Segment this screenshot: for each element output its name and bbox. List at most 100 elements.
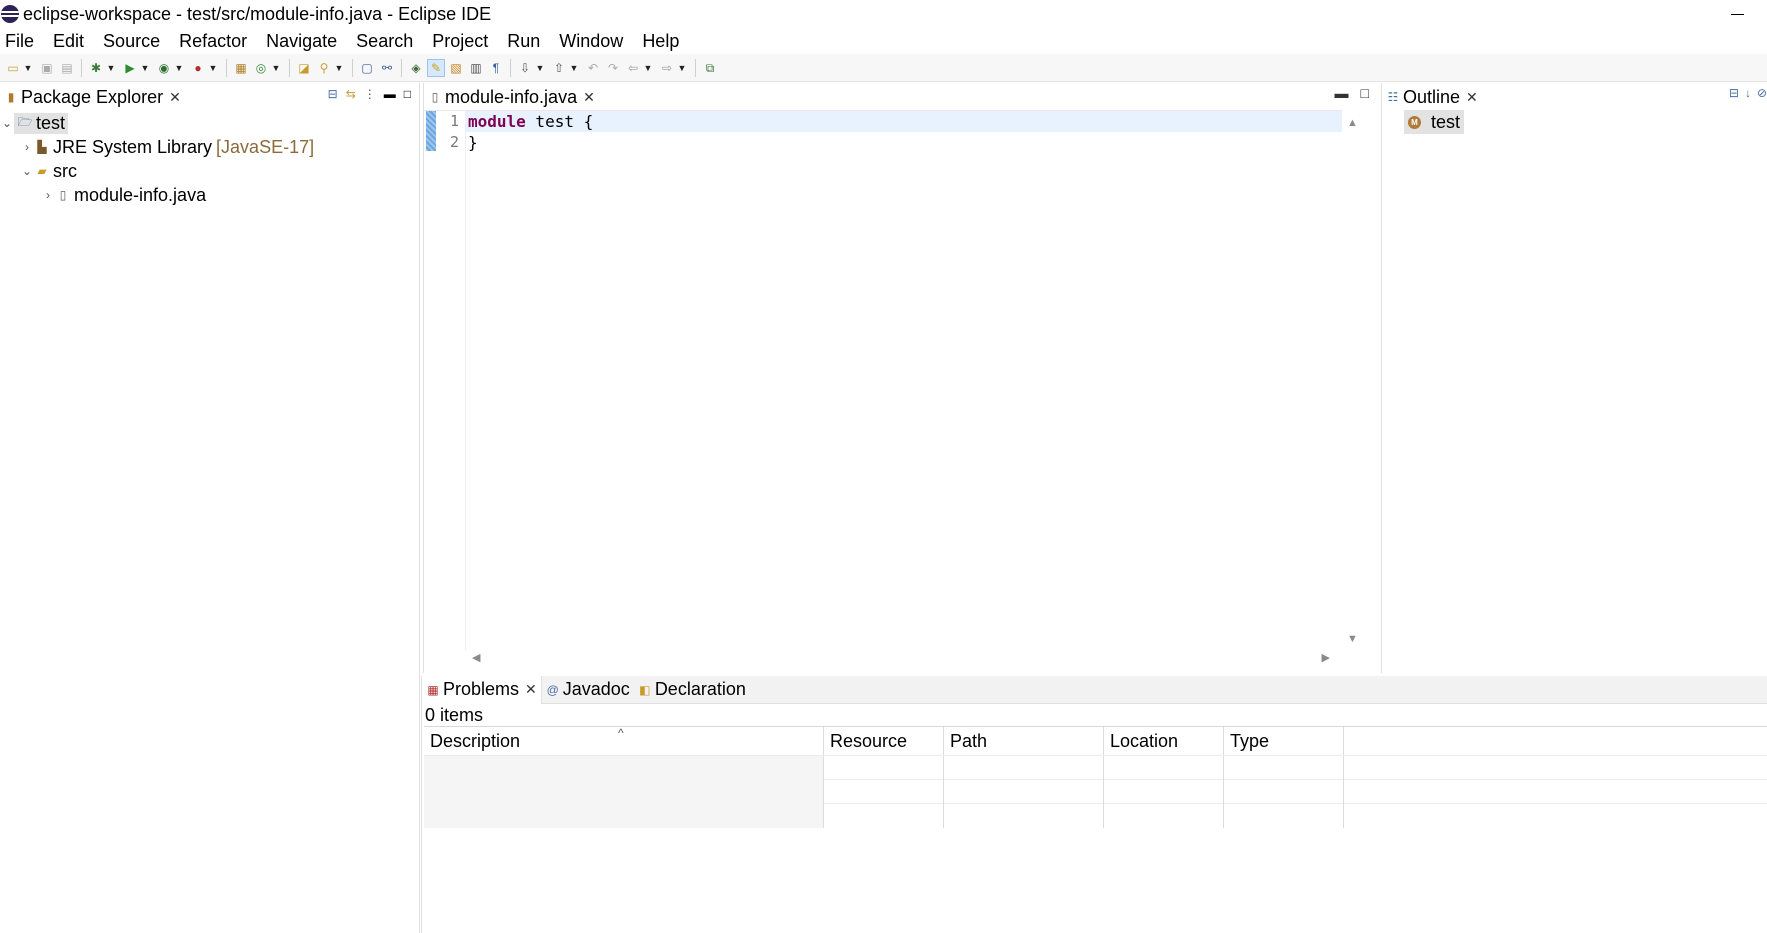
forward-icon[interactable]: ⇨ <box>659 60 675 76</box>
pin-editor-icon[interactable]: ⧉ <box>702 60 718 76</box>
save-icon[interactable]: ▣ <box>39 60 55 76</box>
menu-file[interactable]: File <box>5 31 34 52</box>
menu-source[interactable]: Source <box>103 31 160 52</box>
column-resource[interactable]: Resource <box>824 727 944 755</box>
toggle-breadcrumb-icon[interactable]: ◈ <box>408 60 424 76</box>
table-cell <box>424 756 824 780</box>
tree-item-jre-library[interactable]: › ▙ JRE System Library [JavaSE-17] <box>0 135 419 159</box>
package-explorer-tools: ⊟ ⇆ ⋮ ▬ □ <box>328 87 411 101</box>
menu-help[interactable]: Help <box>642 31 679 52</box>
new-java-class-icon[interactable]: ◎ <box>253 60 269 76</box>
code-line[interactable]: module test { <box>466 111 1342 132</box>
problems-count: 0 items <box>425 705 484 725</box>
minimize-button[interactable] <box>1729 1 1747 25</box>
chevron-down-icon[interactable]: ⌄ <box>0 116 14 130</box>
line-number: 1 <box>449 112 459 130</box>
open-console-icon[interactable]: ▢ <box>359 60 375 76</box>
tab-module-info[interactable]: ▯ module-info.java ✕ <box>424 83 599 111</box>
main-toolbar: ▭ ▼ ▣ ▤ ✱ ▼ ▶ ▼ ◉ ▼ ● ▼ ▦ ◎ ▼ ◪ ⚲ ▼ ▢ ⚯ … <box>0 54 1767 82</box>
view-menu-icon[interactable]: ⋮ <box>364 87 376 101</box>
previous-annotation-dropdown-icon[interactable]: ▼ <box>569 60 579 76</box>
external-tools-icon[interactable]: ● <box>190 60 206 76</box>
minimize-view-icon[interactable]: ▬ <box>384 87 396 101</box>
chevron-down-icon[interactable]: ⌄ <box>20 164 34 178</box>
word-wrap-icon[interactable]: ▥ <box>468 60 484 76</box>
new-dropdown-icon[interactable]: ▼ <box>23 60 33 76</box>
tab-package-explorer[interactable]: ▮ Package Explorer ✕ <box>0 83 185 111</box>
close-icon[interactable]: ✕ <box>1466 89 1478 106</box>
chevron-right-icon[interactable]: › <box>41 188 55 202</box>
toolbar-separator <box>695 58 696 77</box>
new-java-package-icon[interactable]: ▦ <box>233 60 249 76</box>
tree-item-jre-label: JRE System Library <box>53 136 213 157</box>
tab-declaration-label: Declaration <box>654 679 746 699</box>
menu-run[interactable]: Run <box>507 31 540 52</box>
new-class-dropdown-icon[interactable]: ▼ <box>271 60 281 76</box>
run-dropdown-icon[interactable]: ▼ <box>140 60 150 76</box>
external-tools-dropdown-icon[interactable]: ▼ <box>208 60 218 76</box>
forward-edit-icon[interactable]: ↷ <box>605 60 621 76</box>
show-whitespace-icon[interactable]: ¶ <box>488 60 504 76</box>
menu-navigate[interactable]: Navigate <box>266 31 337 52</box>
tab-module-info-label: module-info.java <box>445 86 578 107</box>
close-icon[interactable]: ✕ <box>583 89 595 106</box>
toggle-block-selection-icon[interactable]: ▧ <box>448 60 464 76</box>
vertical-scrollbar[interactable]: ▲ ▼ <box>1343 111 1361 651</box>
next-annotation-icon[interactable]: ⇩ <box>517 60 533 76</box>
code-editor[interactable]: 1 2 module test { } <box>424 110 1342 651</box>
mark-occurrences-icon[interactable]: ✎ <box>427 58 445 77</box>
scroll-left-icon[interactable]: ◀ <box>472 651 480 664</box>
tab-problems[interactable]: ▦ Problems ✕ <box>422 675 542 704</box>
back-icon[interactable]: ⇦ <box>625 60 641 76</box>
tree-item-src[interactable]: ⌄ ▰ src <box>0 159 419 183</box>
run-icon[interactable]: ▶ <box>122 60 138 76</box>
tab-javadoc[interactable]: @ Javadoc <box>542 676 634 704</box>
collapse-all-icon[interactable]: ⊟ <box>328 87 338 101</box>
back-dropdown-icon[interactable]: ▼ <box>643 60 653 76</box>
coverage-dropdown-icon[interactable]: ▼ <box>174 60 184 76</box>
last-edit-location-icon[interactable]: ↶ <box>585 60 601 76</box>
maximize-view-icon[interactable]: □ <box>1361 85 1369 101</box>
save-all-icon[interactable]: ▤ <box>59 60 75 76</box>
minimize-view-icon[interactable]: ▬ <box>1335 85 1349 101</box>
menu-refactor[interactable]: Refactor <box>179 31 247 52</box>
debug-icon[interactable]: ✱ <box>88 60 104 76</box>
coverage-icon[interactable]: ◉ <box>156 60 172 76</box>
close-icon[interactable]: ✕ <box>169 89 181 106</box>
code-line[interactable]: } <box>466 132 1342 153</box>
scroll-up-icon[interactable]: ▲ <box>1347 117 1358 129</box>
menu-edit[interactable]: Edit <box>53 31 84 52</box>
table-cell <box>824 804 944 828</box>
previous-annotation-icon[interactable]: ⇧ <box>551 60 567 76</box>
tree-item-project[interactable]: ⌄ 🗁 test <box>0 111 419 135</box>
hide-fields-icon[interactable]: ⊘ <box>1757 86 1767 100</box>
menu-project[interactable]: Project <box>432 31 488 52</box>
menu-window[interactable]: Window <box>559 31 623 52</box>
outline-item-module[interactable]: M test <box>1404 110 1465 134</box>
next-annotation-dropdown-icon[interactable]: ▼ <box>535 60 545 76</box>
new-icon[interactable]: ▭ <box>5 60 21 76</box>
link-icon[interactable]: ⚯ <box>379 60 395 76</box>
maximize-view-icon[interactable]: □ <box>404 87 411 101</box>
tab-declaration[interactable]: ◧ Declaration <box>634 676 750 704</box>
search-icon[interactable]: ⚲ <box>316 60 332 76</box>
open-type-icon[interactable]: ◪ <box>296 60 312 76</box>
scroll-right-icon[interactable]: ▶ <box>1322 651 1330 664</box>
column-description[interactable]: Description ^ <box>424 726 824 755</box>
menu-search[interactable]: Search <box>356 31 413 52</box>
search-dropdown-icon[interactable]: ▼ <box>334 60 344 76</box>
close-icon[interactable]: ✕ <box>525 681 537 698</box>
scroll-down-icon[interactable]: ▼ <box>1347 633 1358 645</box>
column-path[interactable]: Path <box>944 727 1104 755</box>
link-with-editor-icon[interactable]: ⇆ <box>346 87 356 101</box>
forward-dropdown-icon[interactable]: ▼ <box>677 60 687 76</box>
horizontal-scrollbar[interactable]: ◀ ▶ <box>466 649 1336 667</box>
column-type[interactable]: Type <box>1224 727 1344 755</box>
sort-icon[interactable]: ↓ <box>1745 86 1751 100</box>
column-location[interactable]: Location <box>1104 727 1224 755</box>
chevron-right-icon[interactable]: › <box>20 140 34 154</box>
tree-item-module-info[interactable]: › ▯ module-info.java <box>0 183 419 207</box>
collapse-all-icon[interactable]: ⊟ <box>1729 86 1739 100</box>
tab-outline[interactable]: ☷ Outline ✕ <box>1382 83 1482 111</box>
debug-dropdown-icon[interactable]: ▼ <box>106 60 116 76</box>
